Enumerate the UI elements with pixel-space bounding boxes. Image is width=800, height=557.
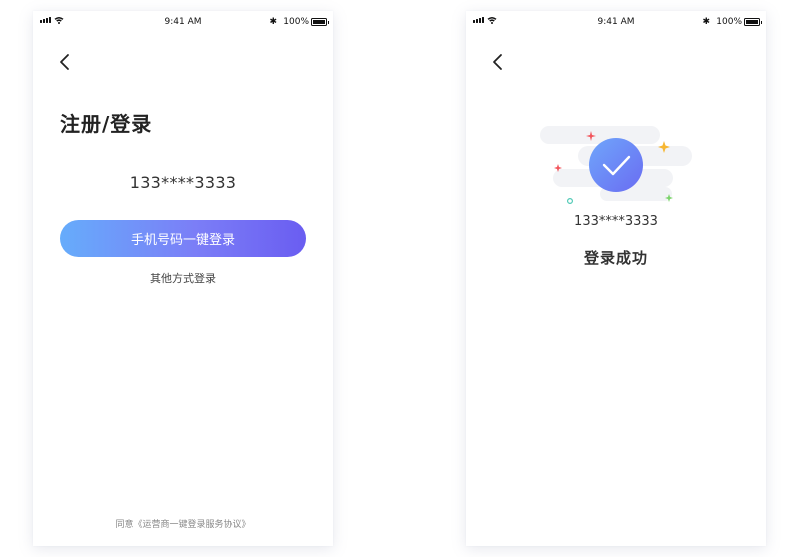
bluetooth-icon: ✱ <box>702 17 710 27</box>
login-success-screen: 9:41 AM ✱ 100% 133****3333 登录成功 <box>466 11 766 546</box>
login-screen: 9:41 AM ✱ 100% 注册/登录 133****3333 手机号码一键登… <box>33 11 333 546</box>
success-illustration <box>540 126 692 204</box>
other-login-methods-link[interactable]: 其他方式登录 <box>33 270 333 286</box>
battery-percent: 100% <box>283 17 309 27</box>
bluetooth-icon: ✱ <box>269 17 277 27</box>
status-bar: 9:41 AM ✱ 100% <box>33 11 333 33</box>
agreement-text[interactable]: 同意《运营商一键登录服务协议》 <box>33 517 333 530</box>
back-button[interactable] <box>490 51 508 73</box>
battery-icon <box>744 18 762 26</box>
chevron-left-icon <box>493 54 502 70</box>
chevron-left-icon <box>60 54 69 70</box>
masked-phone-number: 133****3333 <box>574 214 658 229</box>
battery-percent: 100% <box>716 17 742 27</box>
canvas: 9:41 AM ✱ 100% 注册/登录 133****3333 手机号码一键登… <box>0 0 800 557</box>
login-success-text: 登录成功 <box>583 249 648 267</box>
one-click-login-button[interactable]: 手机号码一键登录 <box>60 220 306 257</box>
check-circle-icon <box>589 138 643 192</box>
battery-icon <box>311 18 329 26</box>
masked-phone-number: 133****3333 <box>129 173 237 192</box>
ring-teal-icon <box>567 197 574 204</box>
back-button[interactable] <box>57 51 75 73</box>
page-title: 注册/登录 <box>60 112 153 136</box>
status-bar: 9:41 AM ✱ 100% <box>466 11 766 33</box>
